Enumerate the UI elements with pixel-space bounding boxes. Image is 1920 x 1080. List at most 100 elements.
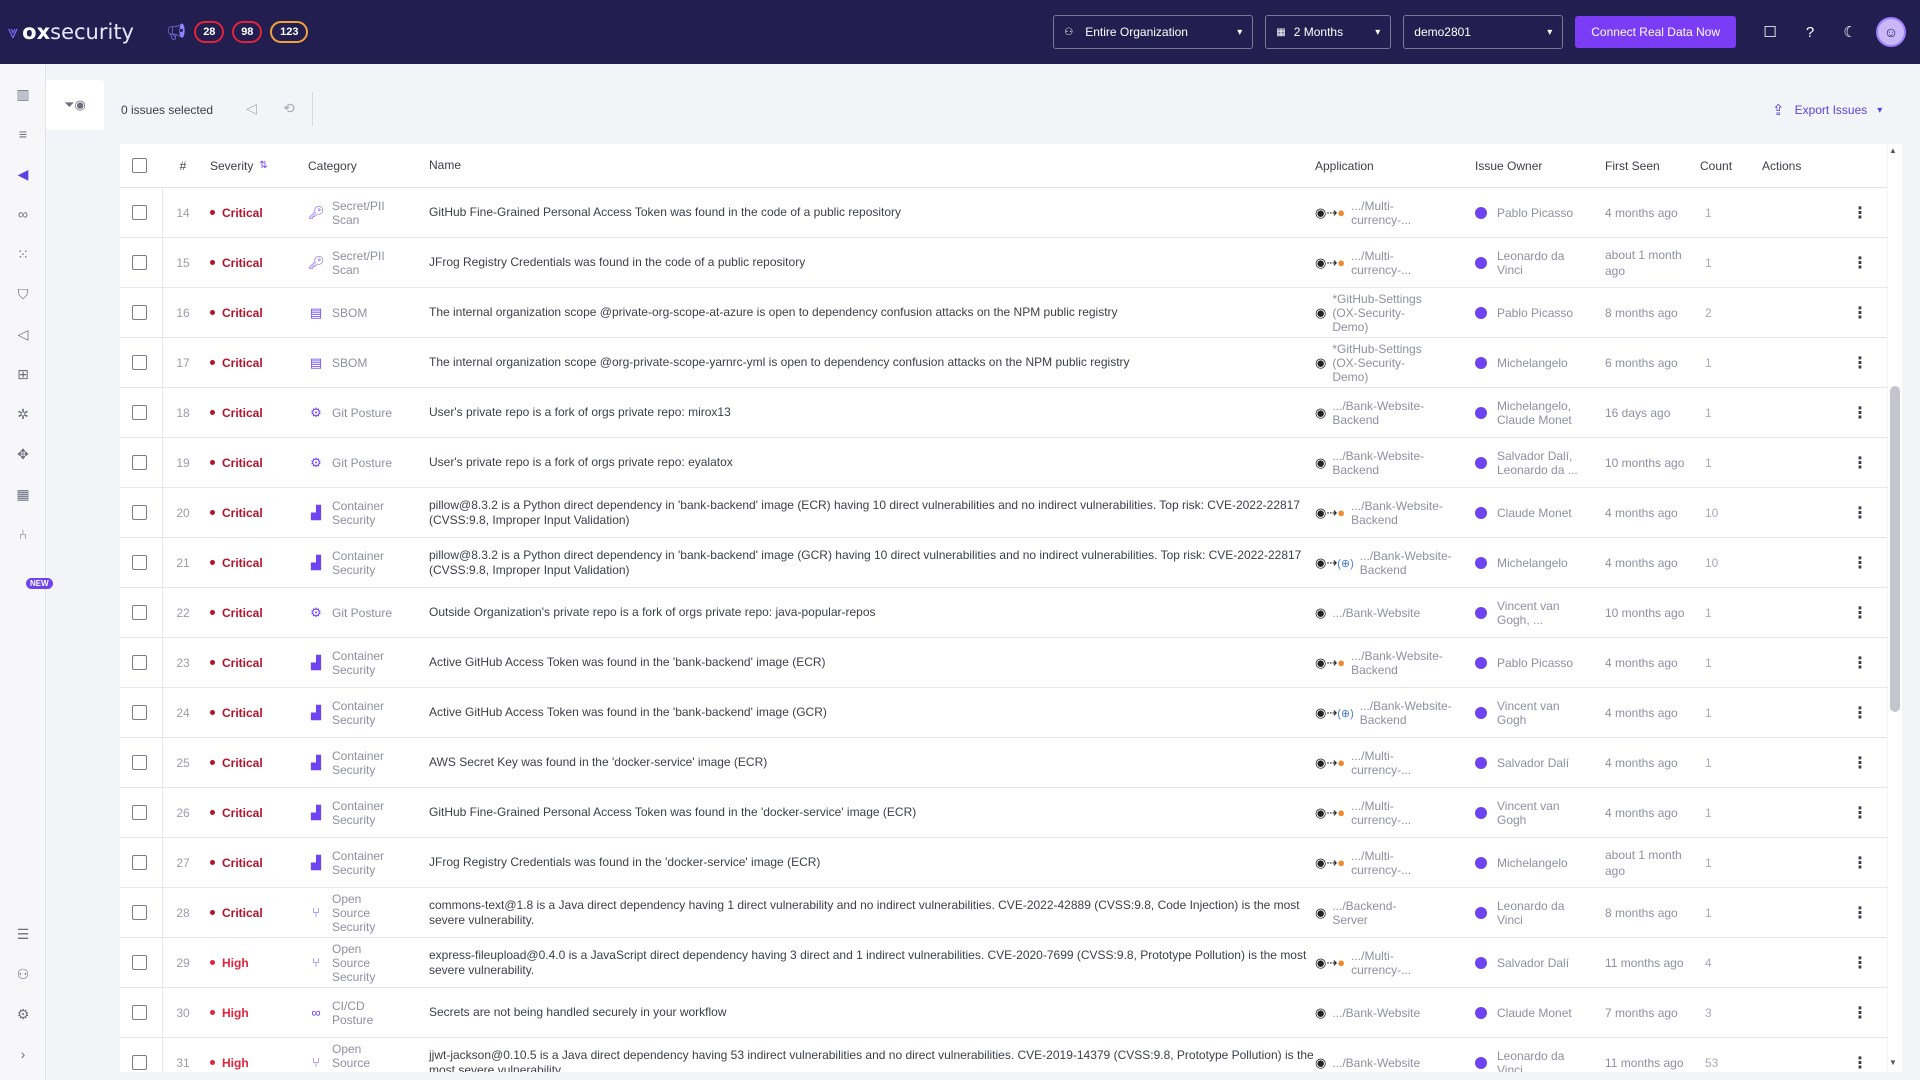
issue-name[interactable]: pillow@8.3.2 is a Python direct dependen…: [429, 538, 1329, 587]
row-checkbox[interactable]: [132, 288, 147, 337]
more-actions-icon[interactable]: ⋮: [1850, 488, 1870, 537]
table-row[interactable]: 15 Critical 🔑︎ Secret/PII Scan JFrog Registr…: [120, 238, 1887, 288]
row-checkbox[interactable]: [132, 938, 147, 987]
more-actions-icon[interactable]: ⋮: [1850, 388, 1870, 437]
table-row[interactable]: 20 Critical ▟ Container Security pillow@8.3.…: [120, 488, 1887, 538]
more-actions-icon[interactable]: ⋮: [1850, 1038, 1870, 1072]
row-checkbox[interactable]: [132, 788, 147, 837]
issue-name[interactable]: JFrog Registry Credentials was found in …: [429, 238, 1329, 287]
row-checkbox[interactable]: [132, 188, 147, 237]
row-checkbox[interactable]: [132, 738, 147, 787]
connect-real-data-button[interactable]: Connect Real Data Now: [1575, 16, 1736, 48]
issue-name[interactable]: GitHub Fine-Grained Personal Access Toke…: [429, 788, 1329, 837]
application-cell[interactable]: ◉⇢● .../Multi-currency-...: [1315, 938, 1485, 987]
megaphone-icon[interactable]: 📢︎: [166, 22, 186, 42]
table-row[interactable]: 17 Critical ▤ SBOM The internal organization…: [120, 338, 1887, 388]
scroll-up-arrow[interactable]: ▲: [1889, 146, 1897, 155]
issue-name[interactable]: The internal organization scope @private…: [429, 288, 1329, 337]
table-row[interactable]: 18 Critical ⚙ Git Posture User's private rep…: [120, 388, 1887, 438]
application-cell[interactable]: ◉⇢● .../Multi-currency-...: [1315, 238, 1485, 287]
issue-name[interactable]: Active GitHub Access Token was found in …: [429, 638, 1329, 687]
row-checkbox[interactable]: [132, 238, 147, 287]
more-actions-icon[interactable]: ⋮: [1850, 788, 1870, 837]
expand-chevron-icon[interactable]: ›: [13, 1044, 33, 1064]
issue-name[interactable]: commons-text@1.8 is a Java direct depend…: [429, 888, 1329, 937]
application-cell[interactable]: ◉ .../Bank-Website: [1315, 588, 1485, 637]
medium-count-badge[interactable]: 123: [270, 21, 309, 43]
select-all-checkbox[interactable]: [132, 144, 147, 187]
table-row[interactable]: 23 Critical ▟ Container Security Active GitH…: [120, 638, 1887, 688]
application-cell[interactable]: ◉ .../Bank-Website-Backend: [1315, 438, 1485, 487]
table-row[interactable]: 14 Critical 🔑︎ Secret/PII Scan GitHub Fine-G…: [120, 188, 1887, 238]
issue-name[interactable]: User's private repo is a fork of orgs pr…: [429, 388, 1329, 437]
more-actions-icon[interactable]: ⋮: [1850, 238, 1870, 287]
issue-name[interactable]: The internal organization scope @org-pri…: [429, 338, 1329, 387]
more-actions-icon[interactable]: ⋮: [1850, 738, 1870, 787]
menu-list-icon[interactable]: ≡: [13, 124, 33, 144]
row-checkbox[interactable]: [132, 688, 147, 737]
time-range-selector[interactable]: ▦ 2 Months ▾: [1265, 15, 1392, 49]
issue-name[interactable]: JFrog Registry Credentials was found in …: [429, 838, 1329, 887]
issue-name[interactable]: jjwt-jackson@0.10.5 is a Java direct dep…: [429, 1038, 1329, 1072]
application-cell[interactable]: ◉⇢● .../Multi-currency-...: [1315, 838, 1485, 887]
row-checkbox[interactable]: [132, 888, 147, 937]
issue-name[interactable]: GitHub Fine-Grained Personal Access Toke…: [429, 188, 1329, 237]
application-cell[interactable]: ◉⇢● .../Multi-currency-...: [1315, 188, 1485, 237]
more-actions-icon[interactable]: ⋮: [1850, 688, 1870, 737]
workflow-icon[interactable]: ✥: [13, 444, 33, 464]
issue-name[interactable]: Outside Organization's private repo is a…: [429, 588, 1329, 637]
issue-name[interactable]: AWS Secret Key was found in the 'docker-…: [429, 738, 1329, 787]
tree-icon[interactable]: ⑃: [13, 524, 33, 544]
table-row[interactable]: 29 High ⑂ Open Source Security express-fileu…: [120, 938, 1887, 988]
connectors-icon[interactable]: ⊞: [13, 364, 33, 384]
ox-security-logo[interactable]: ⩔ ox security: [8, 20, 134, 44]
dashboard-icon[interactable]: ▥: [13, 84, 33, 104]
more-actions-icon[interactable]: ⋮: [1850, 938, 1870, 987]
issue-name[interactable]: Active GitHub Access Token was found in …: [429, 688, 1329, 737]
table-row[interactable]: 16 Critical ▤ SBOM The internal organization…: [120, 288, 1887, 338]
more-actions-icon[interactable]: ⋮: [1850, 988, 1870, 1037]
application-cell[interactable]: ◉ .../Bank-Website: [1315, 988, 1485, 1037]
table-row[interactable]: 19 Critical ⚙ Git Posture User's private rep…: [120, 438, 1887, 488]
qr-scan-icon[interactable]: ▦: [13, 484, 33, 504]
more-actions-icon[interactable]: ⋮: [1850, 338, 1870, 387]
row-checkbox[interactable]: [132, 538, 147, 587]
row-checkbox[interactable]: [132, 638, 147, 687]
row-checkbox[interactable]: [132, 388, 147, 437]
row-checkbox[interactable]: [132, 438, 147, 487]
users-icon[interactable]: ⚇: [13, 964, 33, 984]
application-cell[interactable]: ◉ .../Bank-Website-Backend: [1315, 388, 1485, 437]
application-cell[interactable]: ◉⇢● .../Multi-currency-...: [1315, 738, 1485, 787]
application-cell[interactable]: ◉⇢● .../Multi-currency-...: [1315, 788, 1485, 837]
more-actions-icon[interactable]: ⋮: [1850, 438, 1870, 487]
more-actions-icon[interactable]: ⋮: [1850, 888, 1870, 937]
row-checkbox[interactable]: [132, 488, 147, 537]
alerts-icon[interactable]: ◁: [13, 324, 33, 344]
table-row[interactable]: 25 Critical ▟ Container Security AWS Secret …: [120, 738, 1887, 788]
table-row[interactable]: 30 High ∞ CI/CD Posture Secrets are not bein…: [120, 988, 1887, 1038]
more-actions-icon[interactable]: ⋮: [1850, 288, 1870, 337]
bug-icon[interactable]: ✲: [13, 404, 33, 424]
table-row[interactable]: 27 Critical ▟ Container Security JFrog Regis…: [120, 838, 1887, 888]
application-cell[interactable]: ◉⇢● .../Bank-Website-Backend: [1315, 488, 1485, 537]
audit-list-icon[interactable]: ☰: [13, 924, 33, 944]
application-cell[interactable]: ◉ .../Bank-Website: [1315, 1038, 1485, 1072]
more-actions-icon[interactable]: ⋮: [1850, 638, 1870, 687]
help-icon[interactable]: ?: [1790, 24, 1830, 41]
settings-gear-icon[interactable]: ⚙: [13, 1004, 33, 1024]
issues-megaphone-icon[interactable]: ◀: [13, 164, 33, 184]
application-cell[interactable]: ◉ *GitHub-Settings (OX-Security-Demo): [1315, 288, 1485, 337]
row-checkbox[interactable]: [132, 588, 147, 637]
scrollbar-thumb[interactable]: [1890, 386, 1900, 712]
issue-name[interactable]: pillow@8.3.2 is a Python direct dependen…: [429, 488, 1329, 537]
filter-toggle-button[interactable]: ⏷◉: [46, 80, 104, 130]
export-issues-button[interactable]: ⇪ Export Issues ▾: [1772, 101, 1882, 119]
bulk-refresh-icon[interactable]: ⟲: [283, 100, 295, 117]
organization-selector[interactable]: ⚇ Entire Organization ▾: [1053, 15, 1254, 49]
scroll-down-arrow[interactable]: ▼: [1889, 1058, 1897, 1067]
table-row[interactable]: 24 Critical ▟ Container Security Active GitH…: [120, 688, 1887, 738]
col-severity[interactable]: Severity ⇅: [210, 144, 300, 187]
account-selector[interactable]: demo2801 ▾: [1403, 15, 1564, 49]
more-actions-icon[interactable]: ⋮: [1850, 838, 1870, 887]
table-row[interactable]: 31 High⑂Open Source Security jjwt-jackson@…: [120, 1038, 1887, 1072]
